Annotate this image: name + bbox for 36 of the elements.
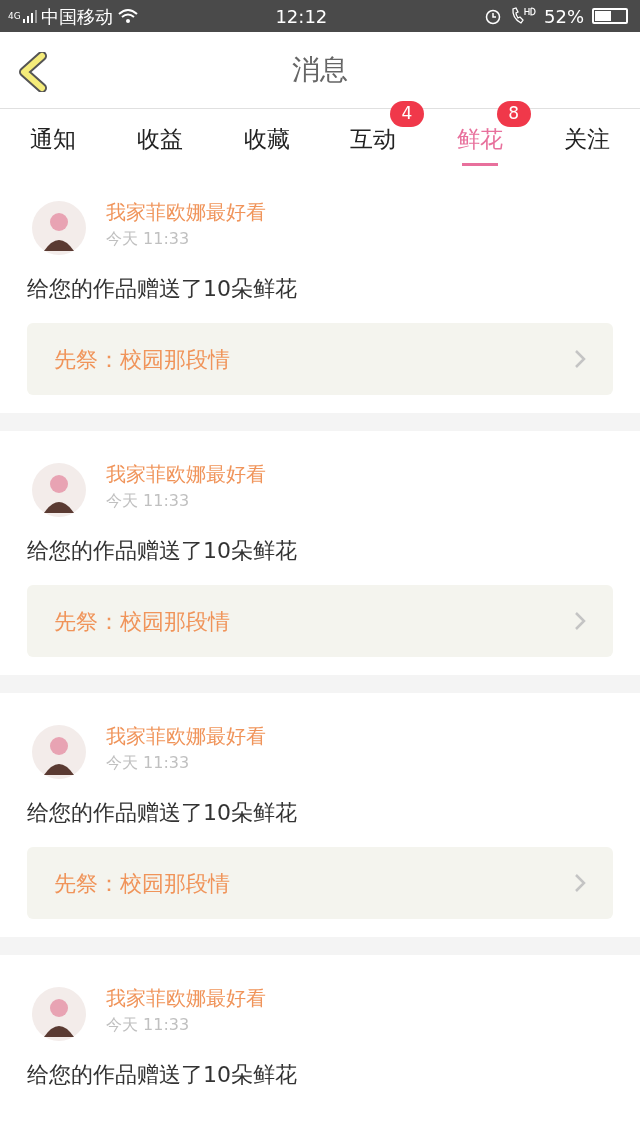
message-text: 给您的作品赠送了10朵鲜花 <box>26 799 298 827</box>
unread-badge: 4 <box>390 101 424 127</box>
avatar-icon <box>32 463 86 517</box>
sender-name: 我家菲欧娜最好看 <box>106 723 266 750</box>
message-time: 今天 11:33 <box>106 1014 191 1036</box>
back-button[interactable] <box>16 52 50 92</box>
wifi-icon <box>116 7 139 25</box>
sender-name: 我家菲欧娜最好看 <box>106 199 266 226</box>
carrier-name: 中国移动 <box>40 4 113 29</box>
tab[interactable]: 收益 <box>106 109 214 169</box>
message-text: 给您的作品赠送了10朵鲜花 <box>26 537 298 565</box>
signal-icon <box>22 9 37 23</box>
message-time: 今天 11:33 <box>106 752 191 774</box>
message-text: 给您的作品赠送了10朵鲜花 <box>26 275 298 303</box>
clock-time: 12:12 <box>275 4 328 29</box>
page-title: 消息 <box>292 52 348 88</box>
message-time: 今天 11:33 <box>106 228 191 250</box>
alarm-icon <box>484 7 502 25</box>
sender-name: 我家菲欧娜最好看 <box>106 461 266 488</box>
chevron-right-icon <box>574 611 586 631</box>
tab[interactable]: 关注 <box>533 109 640 169</box>
phone-hd-icon <box>510 6 536 26</box>
chevron-right-icon <box>574 349 586 369</box>
chevron-right-icon <box>574 873 586 893</box>
sender-name: 我家菲欧娜最好看 <box>106 985 266 1012</box>
avatar-icon <box>32 987 86 1041</box>
unread-badge: 8 <box>496 101 531 127</box>
battery-percent: 52% <box>544 4 584 29</box>
battery-icon <box>592 8 628 24</box>
tab[interactable]: 通知 <box>0 109 107 169</box>
message-time: 今天 11:33 <box>106 490 191 512</box>
tab[interactable]: 收藏 <box>213 109 320 169</box>
message-text: 给您的作品赠送了10朵鲜花 <box>26 1061 298 1089</box>
avatar-icon <box>32 201 86 255</box>
avatar-icon <box>32 725 86 779</box>
network-type: 4G <box>8 11 21 21</box>
